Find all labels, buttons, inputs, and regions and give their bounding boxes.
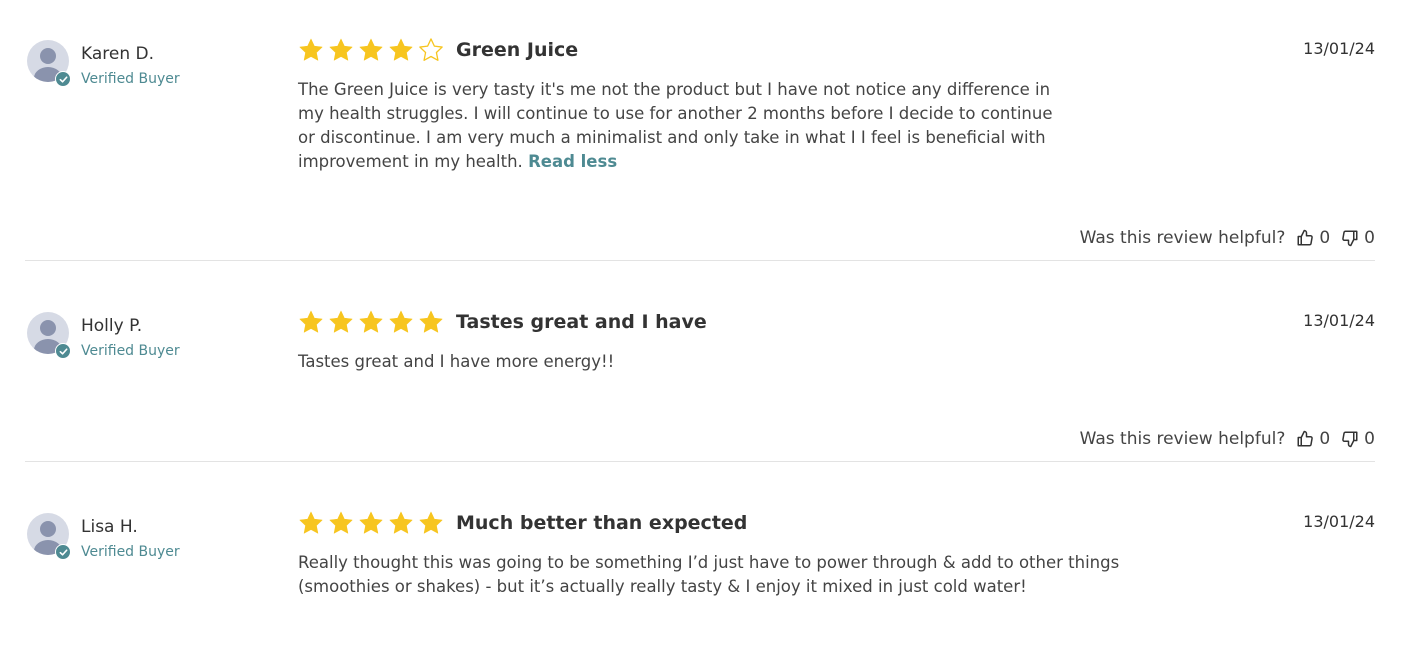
star-rating	[298, 510, 444, 536]
review-content: Green Juice The Green Juice is very tast…	[298, 34, 1098, 174]
star-filled-icon	[299, 511, 323, 534]
review-body-text: The Green Juice is very tasty it's me no…	[298, 80, 1053, 171]
author-name: Karen D.	[81, 44, 155, 64]
reviews-list: Karen D. Verified Buyer Green Juice The …	[0, 0, 1413, 645]
star-filled-icon	[389, 310, 413, 333]
review-body: Really thought this was going to be some…	[298, 551, 1128, 599]
star-filled-icon	[359, 310, 383, 333]
star-filled-icon	[419, 511, 443, 534]
review-title: Tastes great and I have	[456, 311, 707, 333]
review-date: 13/01/24	[1303, 39, 1375, 58]
review-title: Much better than expected	[456, 512, 748, 534]
thumbs-down-icon	[1342, 431, 1358, 448]
check-badge-icon	[55, 71, 71, 87]
thumbs-up-icon	[1297, 430, 1314, 447]
review-body: The Green Juice is very tasty it's me no…	[298, 78, 1058, 174]
review-body: Tastes great and I have more energy!!	[298, 350, 1098, 374]
star-filled-icon	[299, 38, 323, 61]
star-filled-icon	[329, 310, 353, 333]
author-name: Holly P.	[81, 316, 143, 336]
star-filled-icon	[419, 310, 443, 333]
helpful-label: Was this review helpful?	[1079, 228, 1286, 248]
review-content: Tastes great and I have Tastes great and…	[298, 306, 1098, 374]
star-filled-icon	[389, 38, 413, 61]
review-author: Lisa H. Verified Buyer	[25, 513, 255, 563]
review-content: Much better than expected Really thought…	[298, 507, 1128, 599]
star-filled-icon	[329, 511, 353, 534]
helpful-no-count: 0	[1364, 429, 1375, 449]
check-badge-icon	[55, 343, 71, 359]
star-filled-icon	[299, 310, 323, 333]
review-body-text: Really thought this was going to be some…	[298, 553, 1120, 596]
helpful-label: Was this review helpful?	[1079, 429, 1286, 449]
star-rating	[298, 37, 444, 63]
helpful-yes-button[interactable]: 0	[1296, 429, 1330, 449]
helpful-yes-count: 0	[1319, 429, 1331, 449]
helpful-yes-count: 0	[1319, 228, 1331, 248]
helpful-row: Was this review helpful? 0 0	[1080, 228, 1375, 248]
verified-buyer-label: Verified Buyer	[81, 343, 180, 359]
helpful-no-button[interactable]: 0	[1341, 228, 1375, 248]
check-badge-icon	[55, 544, 71, 560]
review-item: Lisa H. Verified Buyer Much better than …	[25, 462, 1375, 645]
review-item: Karen D. Verified Buyer Green Juice The …	[25, 0, 1375, 261]
verified-buyer-label: Verified Buyer	[81, 71, 180, 87]
review-author: Holly P. Verified Buyer	[25, 312, 255, 362]
helpful-no-count: 0	[1364, 228, 1375, 248]
review-date: 13/01/24	[1303, 512, 1375, 531]
verified-buyer-label: Verified Buyer	[81, 544, 180, 560]
thumbs-up-icon	[1297, 229, 1314, 246]
helpful-row: Was this review helpful? 0 0	[1080, 429, 1375, 449]
star-rating	[298, 309, 444, 335]
review-title: Green Juice	[456, 39, 579, 61]
star-filled-icon	[359, 511, 383, 534]
helpful-no-button[interactable]: 0	[1341, 429, 1375, 449]
review-author: Karen D. Verified Buyer	[25, 40, 255, 90]
read-less-link[interactable]: Read less	[528, 152, 617, 171]
star-empty-icon	[419, 38, 443, 61]
helpful-yes-button[interactable]: 0	[1296, 228, 1330, 248]
star-filled-icon	[389, 511, 413, 534]
review-body-text: Tastes great and I have more energy!!	[298, 352, 615, 371]
star-filled-icon	[359, 38, 383, 61]
review-date: 13/01/24	[1303, 311, 1375, 330]
star-filled-icon	[329, 38, 353, 61]
thumbs-down-icon	[1342, 230, 1358, 247]
review-item: Holly P. Verified Buyer Tastes great and…	[25, 261, 1375, 462]
author-name: Lisa H.	[81, 517, 138, 537]
